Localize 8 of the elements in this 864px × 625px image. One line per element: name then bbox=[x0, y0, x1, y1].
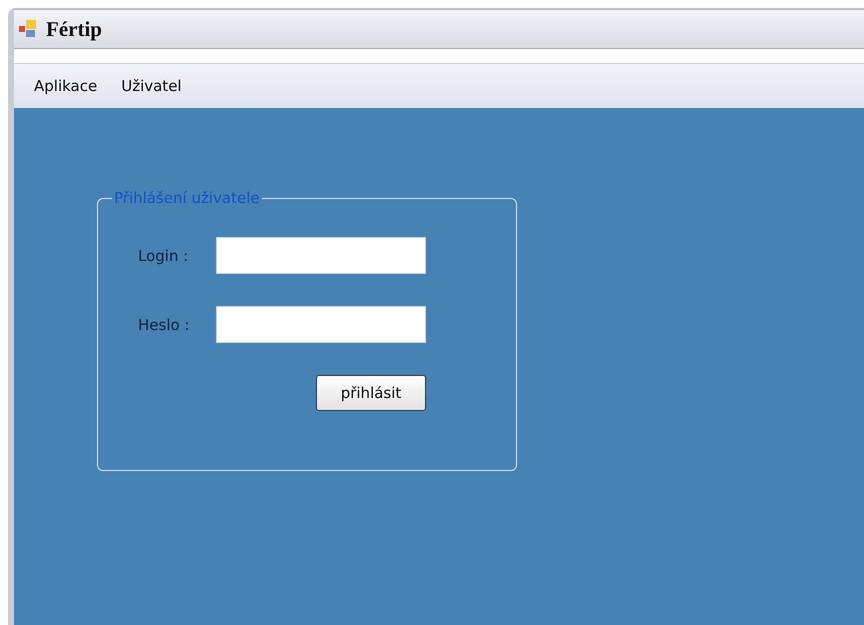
login-button[interactable]: přihlásit bbox=[316, 375, 426, 411]
field-label: Login : bbox=[138, 246, 190, 264]
field-label: Heslo : bbox=[138, 316, 190, 334]
menu-item[interactable]: Uživatel bbox=[121, 77, 182, 95]
input-field[interactable] bbox=[216, 306, 426, 343]
input-field[interactable] bbox=[216, 237, 426, 274]
menu-item[interactable]: Aplikace bbox=[34, 77, 98, 95]
window-title: Fértip bbox=[46, 16, 102, 42]
